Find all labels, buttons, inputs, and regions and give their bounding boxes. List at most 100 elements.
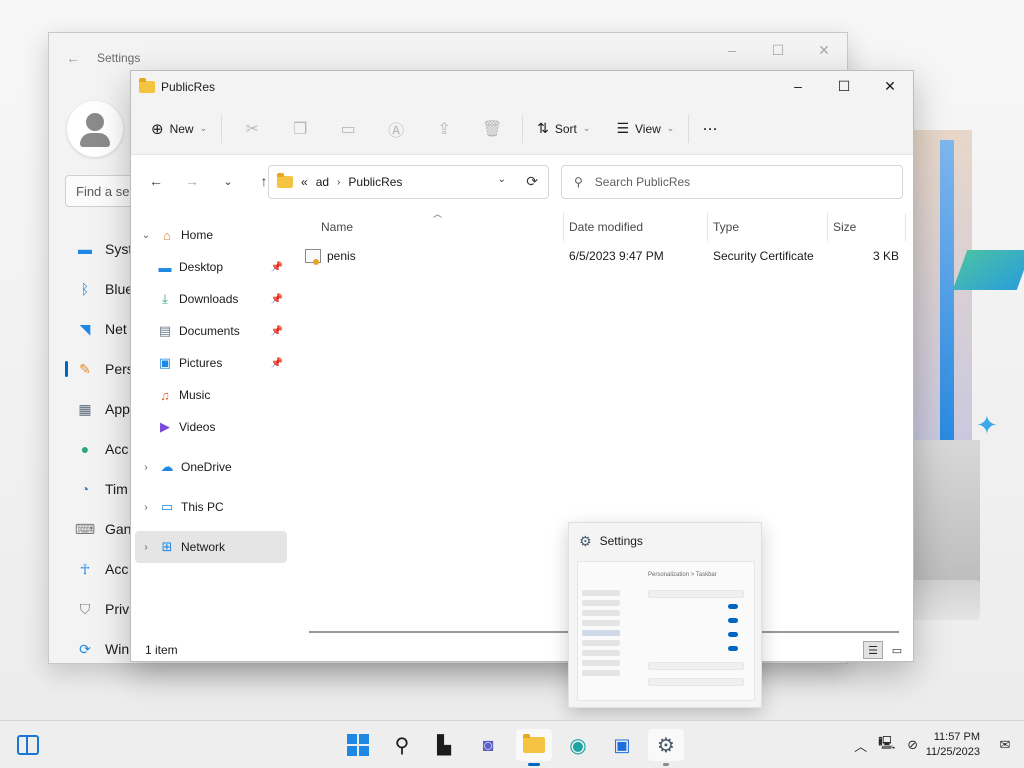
sidebar-item-documents[interactable]: ▤ Documents 📌 bbox=[131, 315, 291, 347]
volume-muted-icon[interactable]: ⊘ bbox=[900, 737, 926, 753]
column-header-date-modified[interactable]: Date modified bbox=[569, 215, 643, 239]
column-divider[interactable] bbox=[905, 213, 906, 241]
close-button[interactable]: ✕ bbox=[867, 71, 913, 101]
refresh-icon[interactable]: ⟳ bbox=[526, 173, 538, 190]
sidebar-item-videos[interactable]: ▶ Videos bbox=[131, 411, 291, 443]
share-button[interactable]: ⇪ bbox=[420, 113, 468, 145]
rename-button[interactable]: Ⓐ bbox=[372, 113, 420, 145]
column-divider[interactable] bbox=[563, 213, 564, 241]
sidebar-item-home[interactable]: ⌄ ⌂ Home bbox=[131, 219, 291, 251]
edge-button[interactable]: ◉ bbox=[560, 729, 596, 761]
sparkle-icon: ✦ bbox=[976, 410, 998, 440]
sidebar-item-downloads[interactable]: ⤓ Downloads 📌 bbox=[131, 283, 291, 315]
sidebar-item-network[interactable]: › ⊞ Network bbox=[135, 531, 287, 563]
minimize-button[interactable]: – bbox=[775, 71, 821, 101]
pin-icon[interactable]: 📌 bbox=[271, 326, 283, 337]
divider bbox=[522, 114, 524, 143]
chevron-right-icon[interactable]: › bbox=[139, 502, 153, 513]
videos-icon: ▶ bbox=[160, 419, 170, 434]
column-divider[interactable] bbox=[707, 213, 708, 241]
column-divider[interactable] bbox=[827, 213, 828, 241]
sidebar-item-this-pc[interactable]: › ▭ This PC bbox=[131, 491, 291, 523]
details-view-icon[interactable]: ☰ bbox=[863, 641, 883, 659]
file-type: Security Certificate bbox=[713, 249, 814, 263]
store-button[interactable]: ▣ bbox=[604, 729, 640, 761]
maximize-button[interactable]: ☐ bbox=[821, 71, 867, 101]
network-status-icon[interactable]: 🖳 bbox=[874, 734, 900, 756]
gear-icon: ⚙ bbox=[657, 734, 675, 757]
file-explorer-window: PublicRes – ☐ ✕ ⊕ New ⌄ ✂ ❐ ▭ Ⓐ ⇪ 🗑 ⇅ So… bbox=[130, 70, 914, 662]
thumbnail-title: Personalization > Taskbar bbox=[648, 572, 717, 578]
settings-title: Settings bbox=[97, 51, 141, 65]
search-icon: ⚲ bbox=[574, 175, 583, 189]
wifi-icon: ◥ bbox=[79, 320, 91, 337]
documents-icon: ▤ bbox=[158, 323, 172, 338]
sidebar-item-onedrive[interactable]: › ☁ OneDrive bbox=[131, 451, 291, 483]
widgets-icon bbox=[17, 735, 39, 755]
avatar[interactable] bbox=[67, 101, 123, 157]
chevron-right-icon[interactable]: › bbox=[337, 177, 340, 188]
search-input[interactable]: ⚲ Search PublicRes bbox=[561, 165, 903, 199]
preview-thumbnail[interactable]: Personalization > Taskbar bbox=[577, 561, 755, 701]
minimize-button[interactable]: – bbox=[709, 33, 755, 67]
tiles-view-icon[interactable]: ▭ bbox=[887, 641, 907, 659]
search-button[interactable]: ⚲ bbox=[384, 729, 420, 761]
system-icon: ▬ bbox=[78, 241, 92, 257]
explorer-window-controls: – ☐ ✕ bbox=[775, 71, 913, 101]
system-tray: ︿ 🖳 ⊘ 11:57 PM 11/25/2023 ✉ bbox=[848, 721, 1024, 768]
windows-logo-icon bbox=[347, 734, 369, 756]
recent-locations-button[interactable]: ⌄ bbox=[213, 166, 243, 196]
time-icon: ◔ bbox=[80, 481, 90, 497]
column-header-size[interactable]: Size bbox=[833, 215, 856, 239]
chevron-down-icon[interactable]: ⌄ bbox=[498, 174, 506, 185]
search-icon: ⚲ bbox=[394, 734, 410, 757]
sort-button[interactable]: ⇅ Sort ⌄ bbox=[529, 113, 598, 145]
chevron-right-icon[interactable]: › bbox=[139, 542, 153, 553]
back-arrow-icon[interactable]: ← bbox=[49, 50, 97, 66]
explorer-titlebar: PublicRes – ☐ ✕ bbox=[131, 71, 913, 103]
chevron-down-icon: ⌄ bbox=[666, 123, 675, 133]
settings-window-controls: – ☐ ✕ bbox=[709, 33, 847, 67]
breadcrumb-ad[interactable]: ad bbox=[316, 175, 329, 189]
clock[interactable]: 11:57 PM 11/25/2023 bbox=[926, 730, 980, 760]
chevron-down-icon[interactable]: ⌄ bbox=[139, 230, 153, 241]
new-button[interactable]: ⊕ New ⌄ bbox=[143, 113, 215, 145]
more-options-button[interactable]: ··· bbox=[695, 113, 726, 145]
pin-icon[interactable]: 📌 bbox=[271, 358, 283, 369]
table-row[interactable]: penis 6/5/2023 9:47 PM Security Certific… bbox=[305, 245, 905, 267]
breadcrumb-publicres[interactable]: PublicRes bbox=[348, 175, 402, 189]
cut-button[interactable]: ✂ bbox=[228, 113, 276, 145]
address-bar[interactable]: « ad › PublicRes ⌄ ⟳ bbox=[268, 165, 549, 199]
chevron-right-icon[interactable]: › bbox=[139, 462, 153, 473]
settings-taskbar-button[interactable]: ⚙ bbox=[648, 729, 684, 766]
delete-button[interactable]: 🗑 bbox=[468, 113, 516, 145]
sidebar-item-music[interactable]: ♫ Music bbox=[131, 379, 291, 411]
column-header-type[interactable]: Type bbox=[713, 215, 739, 239]
pin-icon[interactable]: 📌 bbox=[271, 294, 283, 305]
chevron-up-icon[interactable]: ︿ bbox=[848, 736, 874, 755]
taskbar: ⚲ ▙ ◙ ◉ ▣ ⚙ ︿ 🖳 ⊘ 11:57 PM 11/25/2023 ✉ bbox=[0, 720, 1024, 768]
status-item-count: 1 item bbox=[145, 643, 178, 657]
notification-icon[interactable]: ✉ bbox=[992, 737, 1018, 753]
maximize-button[interactable]: ☐ bbox=[755, 33, 801, 67]
column-header-name[interactable]: Name bbox=[321, 215, 353, 239]
chat-button[interactable]: ◙ bbox=[470, 729, 506, 761]
widgets-button[interactable] bbox=[10, 729, 46, 761]
paste-button[interactable]: ▭ bbox=[324, 113, 372, 145]
pin-icon[interactable]: 📌 bbox=[271, 262, 283, 273]
copy-button[interactable]: ❐ bbox=[276, 113, 324, 145]
sidebar-item-desktop[interactable]: ▬ Desktop 📌 bbox=[131, 251, 291, 283]
gear-icon: ⚙ bbox=[579, 532, 592, 549]
forward-button[interactable]: → bbox=[177, 166, 207, 196]
file-explorer-taskbar-button[interactable] bbox=[516, 729, 552, 766]
back-button[interactable]: ← bbox=[141, 166, 171, 196]
taskbar-thumbnail-preview[interactable]: ⚙ Settings Personalization > Taskbar bbox=[568, 522, 762, 708]
start-button[interactable] bbox=[340, 729, 376, 761]
sidebar-item-pictures[interactable]: ▣ Pictures 📌 bbox=[131, 347, 291, 379]
copy-icon: ❐ bbox=[292, 120, 308, 138]
close-button[interactable]: ✕ bbox=[801, 33, 847, 67]
view-button[interactable]: ☰ View ⌄ bbox=[608, 113, 682, 145]
task-view-button[interactable]: ▙ bbox=[426, 729, 462, 761]
address-overflow[interactable]: « bbox=[301, 175, 308, 189]
network-icon: ⊞ bbox=[161, 539, 173, 554]
